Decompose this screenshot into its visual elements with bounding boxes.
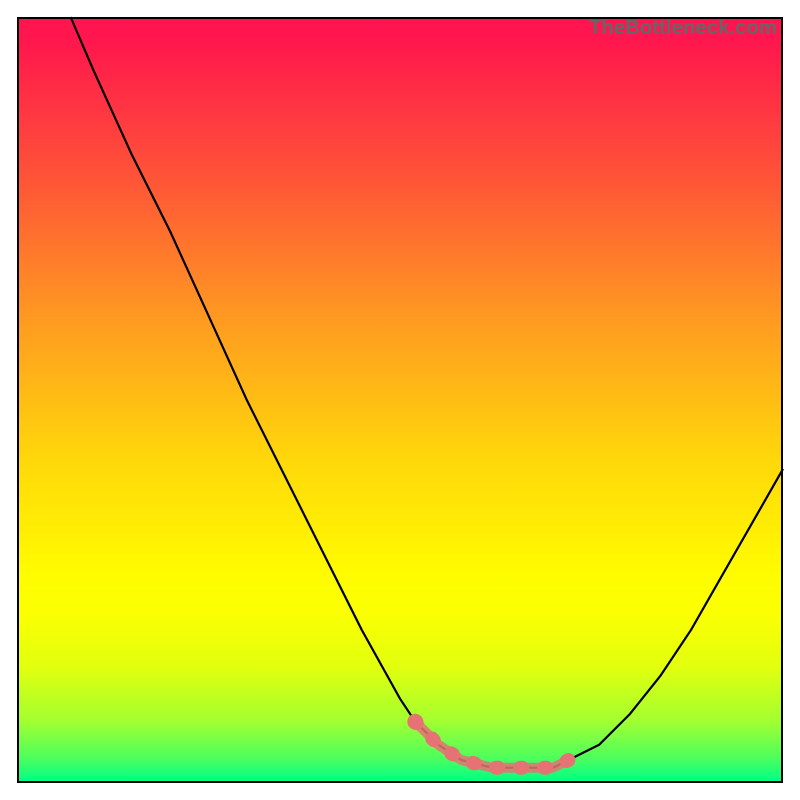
chart-container: TheBottleneck.com	[0, 0, 800, 800]
plot-area: TheBottleneck.com	[17, 17, 783, 783]
watermark-text: TheBottleneck.com	[589, 17, 777, 40]
